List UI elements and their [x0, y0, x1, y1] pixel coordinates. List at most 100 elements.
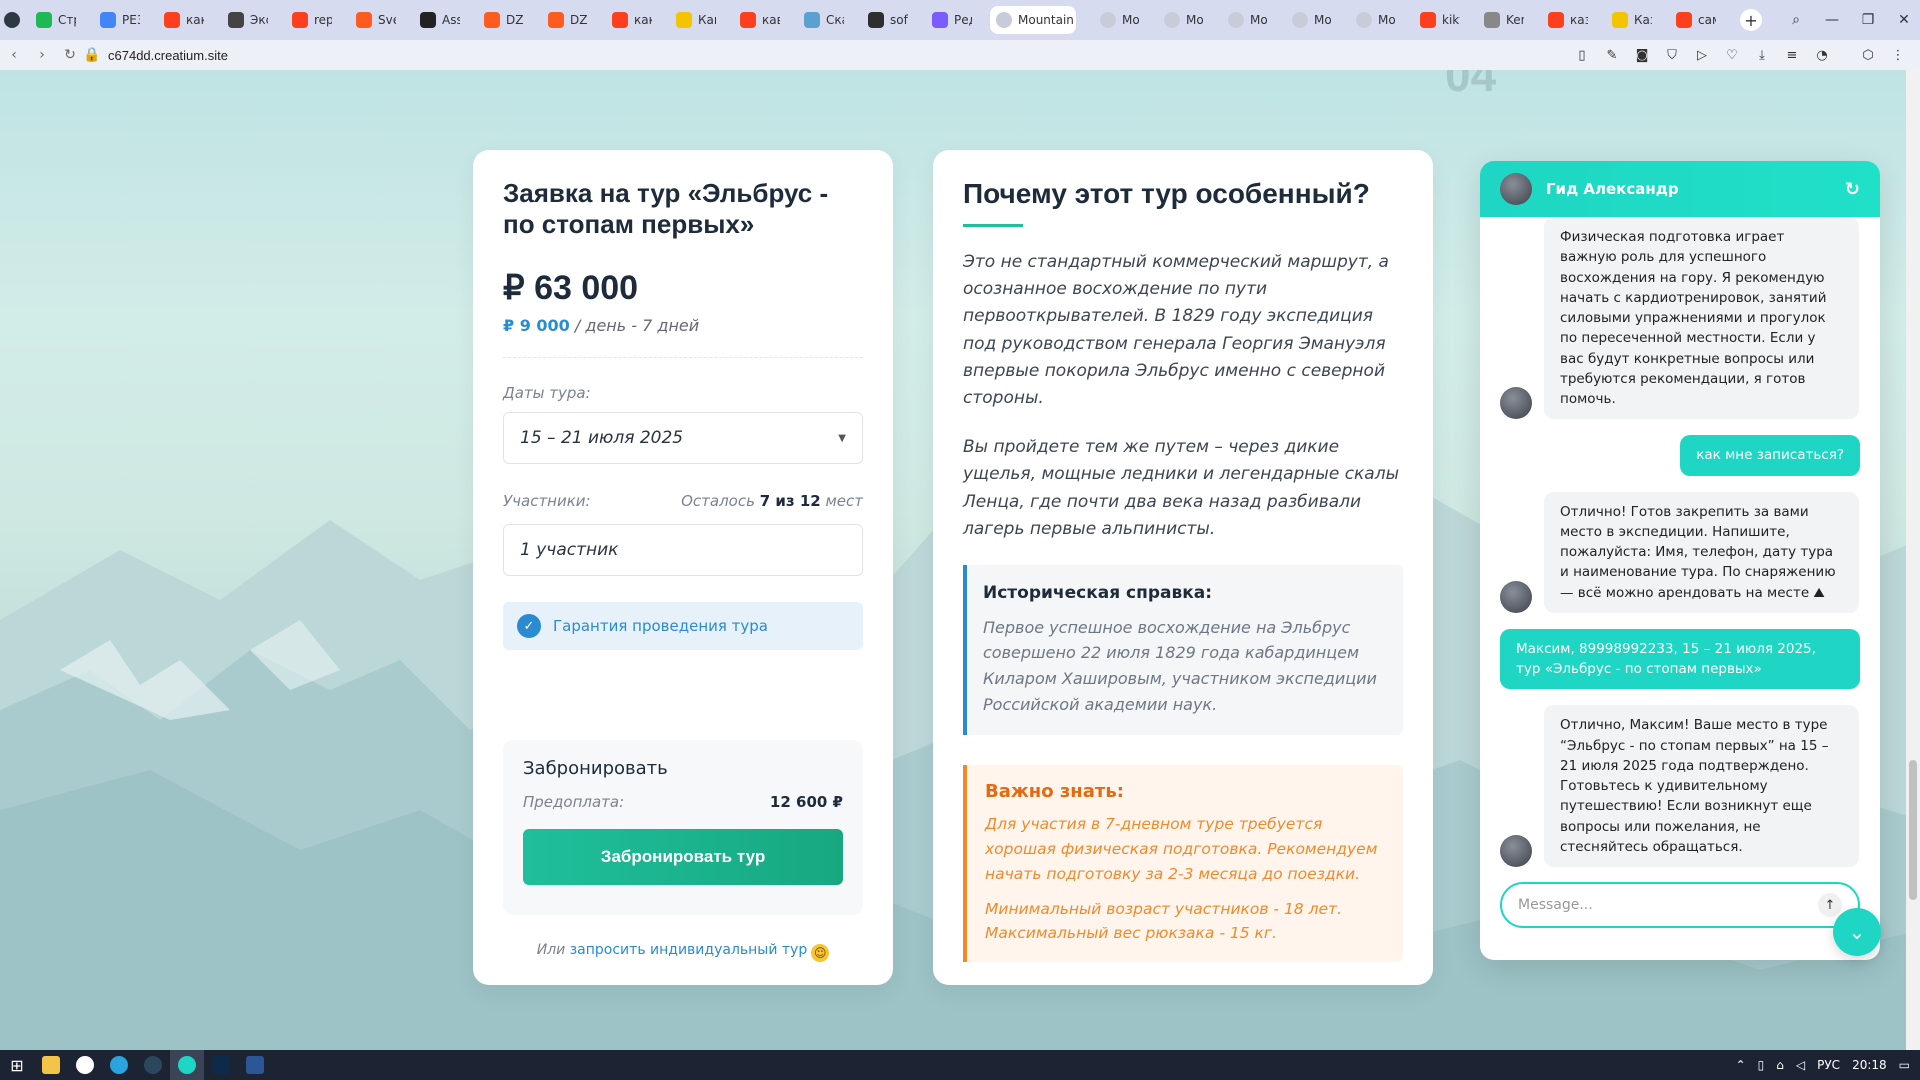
- tab-label: Svelt: [378, 13, 396, 27]
- extensions-icon[interactable]: ⬡: [1856, 43, 1880, 67]
- why-card: Почему этот тур особенный? Это не станда…: [933, 150, 1433, 985]
- browser-tab[interactable]: как: [158, 6, 204, 34]
- new-tab-button[interactable]: +: [1740, 9, 1762, 31]
- browser-tab[interactable]: Эксп: [222, 6, 268, 34]
- important-text-2: Минимальный возраст участников - 18 лет.…: [985, 899, 1342, 943]
- tab-label: как: [634, 13, 652, 27]
- explorer-icon[interactable]: [34, 1050, 68, 1080]
- scrollbar-thumb[interactable]: [1909, 760, 1917, 900]
- download-icon[interactable]: ⤓: [1750, 43, 1774, 67]
- heart-icon[interactable]: ♡: [1720, 43, 1744, 67]
- tab-label: Эксп: [250, 13, 268, 27]
- menu-icon[interactable]: ≡: [1780, 43, 1804, 67]
- page-content: 04 Заявка на тур «Эльбрус - по стопам пе…: [0, 70, 1920, 1050]
- smile-icon: ☺: [811, 944, 830, 962]
- word-icon[interactable]: [238, 1050, 272, 1080]
- browser-tab[interactable]: Ска: [798, 6, 844, 34]
- browser-tab[interactable]: kikv: [1414, 6, 1460, 34]
- browser-tab[interactable]: Mou: [1222, 6, 1268, 34]
- browser-tab[interactable]: PE3: [94, 6, 140, 34]
- browser-tab[interactable]: Mou: [1350, 6, 1396, 34]
- photoshop-icon[interactable]: [204, 1050, 238, 1080]
- notifications-icon[interactable]: ▭: [1899, 1058, 1910, 1072]
- chat-message-input[interactable]: Message... ↑: [1500, 882, 1860, 928]
- url-field[interactable]: c674dd.creatium.site: [108, 48, 228, 63]
- window-controls: ⌕ — ❐ ✕: [1778, 0, 1920, 40]
- browser-tab[interactable]: Mou: [1094, 6, 1140, 34]
- language-indicator[interactable]: РУС: [1817, 1058, 1840, 1072]
- reload-button[interactable]: ↻: [56, 41, 84, 69]
- why-paragraph-1: Это не стандартный коммерческий маршрут,…: [963, 252, 1389, 408]
- step-number: 04: [1445, 70, 1497, 101]
- browser-tab[interactable]: Как: [670, 6, 716, 34]
- bot-avatar: [1500, 387, 1532, 420]
- forward-button[interactable]: ›: [28, 41, 56, 69]
- refresh-icon[interactable]: ↻: [1845, 179, 1860, 200]
- close-window-button[interactable]: ✕: [1886, 0, 1920, 40]
- guarantee-text: Гарантия проведения тура: [553, 617, 768, 636]
- booking-title: Заявка на тур «Эльбрус - по стопам первы…: [503, 178, 829, 240]
- chat-message-user: как мне записаться?: [1500, 435, 1860, 476]
- tab-favicon-icon: [1228, 12, 1244, 28]
- play-icon[interactable]: ▷: [1690, 43, 1714, 67]
- reader-icon[interactable]: ▯: [1570, 43, 1594, 67]
- camera-icon[interactable]: ◙: [1630, 43, 1654, 67]
- chevron-down-icon: ▼: [838, 432, 846, 444]
- network-icon[interactable]: ⌂: [1776, 1058, 1784, 1072]
- search-tabs-icon[interactable]: ⌕: [1778, 0, 1814, 40]
- shield-icon[interactable]: ⛉: [1660, 43, 1684, 67]
- browser-tab[interactable]: Реда: [926, 6, 972, 34]
- browser-tab[interactable]: Каз: [1606, 6, 1652, 34]
- page-scrollbar[interactable]: [1906, 70, 1920, 1050]
- profile-icon[interactable]: ◔: [1810, 43, 1834, 67]
- browser-tab[interactable]: Стра: [30, 6, 76, 34]
- participants-label: Участники:: [503, 492, 591, 511]
- chat-bubble: Максим, 89998992233, 15 – 21 июля 2025, …: [1500, 628, 1860, 690]
- browser-tab[interactable]: Svelt: [350, 6, 396, 34]
- steam-icon[interactable]: [136, 1050, 170, 1080]
- tab-label: Mou: [1378, 13, 1396, 27]
- browser-tab[interactable]: softv: [862, 6, 908, 34]
- browser-profile-icon[interactable]: [4, 6, 26, 34]
- browser-tab[interactable]: DZ (: [478, 6, 524, 34]
- dates-select[interactable]: 15 – 21 июля 2025 ▼: [503, 412, 863, 465]
- individual-tour-link[interactable]: запросить индивидуальный тур: [570, 942, 808, 958]
- volume-icon[interactable]: ◁: [1796, 1058, 1805, 1072]
- browser-tab[interactable]: кав: [734, 6, 780, 34]
- more-icon[interactable]: ⋮: [1886, 43, 1910, 67]
- browser-tab[interactable]: каз: [1542, 6, 1588, 34]
- tab-favicon-icon: [164, 12, 180, 28]
- battery-icon[interactable]: ▯: [1758, 1058, 1765, 1072]
- tab-label: кав: [762, 13, 780, 27]
- chevron-up-icon[interactable]: ⌃: [1736, 1058, 1746, 1072]
- chat-placeholder: Message...: [1518, 897, 1593, 913]
- prepay-value: 12 600 ₽: [769, 793, 843, 811]
- book-tour-button[interactable]: Забронировать тур: [523, 829, 843, 885]
- chat-widget: Гид Александр ↻ Физическая подготовка иг…: [1480, 161, 1880, 960]
- browser-tab[interactable]: как: [606, 6, 652, 34]
- browser-tab[interactable]: DZ -: [542, 6, 588, 34]
- browser-tab[interactable]: Mou: [1158, 6, 1204, 34]
- chat-collapse-button[interactable]: ⌄: [1833, 908, 1881, 956]
- browser-tab[interactable]: Ken: [1478, 6, 1524, 34]
- chat-bubble: Отлично, Максим! Ваше место в туре “Эльб…: [1544, 705, 1859, 867]
- participants-input[interactable]: 1 участник: [503, 524, 863, 577]
- clock[interactable]: 20:18: [1852, 1058, 1887, 1072]
- back-button[interactable]: ‹: [0, 41, 28, 69]
- opera-icon[interactable]: [170, 1050, 204, 1080]
- send-icon[interactable]: ↑: [1818, 893, 1842, 917]
- tab-favicon-icon: [1356, 12, 1372, 28]
- browser-tab[interactable]: Mountain: [990, 6, 1076, 34]
- browser-tab[interactable]: Assi: [414, 6, 460, 34]
- windows-start-icon[interactable]: ⊞: [0, 1050, 34, 1080]
- restore-button[interactable]: ❐: [1850, 0, 1886, 40]
- browser-tab[interactable]: сам: [1670, 6, 1716, 34]
- telegram-icon[interactable]: [102, 1050, 136, 1080]
- browser-tab[interactable]: repl: [286, 6, 332, 34]
- tab-label: Реда: [954, 13, 972, 27]
- yandex-browser-icon[interactable]: [68, 1050, 102, 1080]
- browser-tab[interactable]: Mou: [1286, 6, 1332, 34]
- edit-icon[interactable]: ✎: [1600, 43, 1624, 67]
- remaining-total: 12: [799, 492, 821, 511]
- minimize-button[interactable]: —: [1814, 0, 1850, 40]
